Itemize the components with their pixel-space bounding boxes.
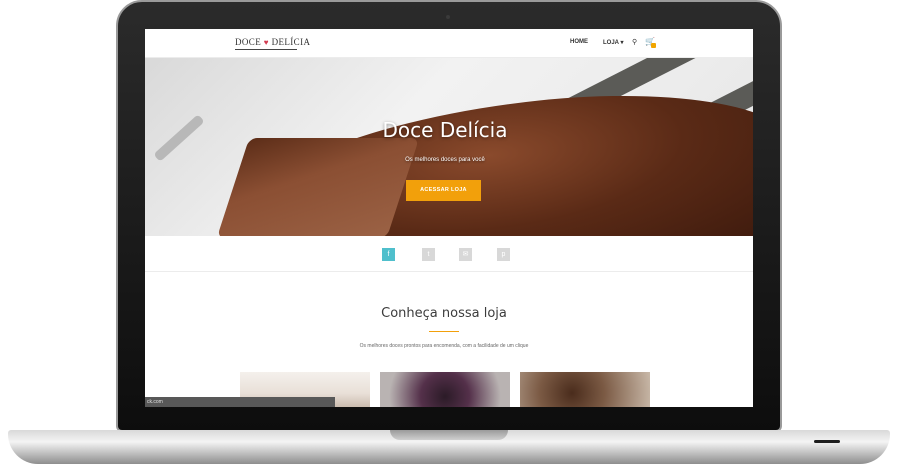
- nav-loja-label: LOJA: [603, 40, 619, 46]
- logo-text-delicia: DELÍCIA: [271, 37, 311, 47]
- nav-loja-menu[interactable]: LOJA ▾: [603, 39, 623, 46]
- email-icon[interactable]: ✉: [459, 248, 472, 261]
- nav-home-link[interactable]: HOME: [570, 39, 588, 45]
- twitter-icon[interactable]: t: [422, 248, 435, 261]
- social-links: f t ✉ p: [145, 236, 753, 272]
- site-logo[interactable]: DOCE ♥ DELÍCIA: [235, 37, 310, 47]
- laptop-base-slot: [814, 440, 840, 443]
- logo-text-doce: DOCE: [235, 37, 262, 47]
- cake-slice-image: [216, 138, 420, 236]
- top-navigation: DOCE ♥ DELÍCIA HOME LOJA ▾ ⚲ 🛒: [145, 29, 753, 58]
- browser-status-bar: ck.com: [145, 397, 335, 407]
- logo-underline: [235, 49, 297, 50]
- search-icon[interactable]: ⚲: [632, 38, 637, 46]
- section-subtitle: Os melhores doces prontos para encomenda…: [359, 343, 529, 349]
- product-card-image[interactable]: [380, 372, 510, 407]
- product-card-image[interactable]: [520, 372, 650, 407]
- facebook-icon[interactable]: f: [382, 248, 395, 261]
- hero-banner: Doce Delícia Os melhores doces para você…: [145, 58, 753, 236]
- laptop-notch: [390, 430, 508, 440]
- cart-badge: [651, 43, 656, 48]
- heart-icon: ♥: [263, 38, 269, 47]
- section-title: Conheça nossa loja: [381, 306, 507, 321]
- hero-subtitle: Os melhores doces para você: [405, 157, 485, 163]
- website-screen: DOCE ♥ DELÍCIA HOME LOJA ▾ ⚲ 🛒 Doce Delí…: [145, 29, 753, 407]
- hero-title: Doce Delícia: [382, 118, 508, 142]
- webcam-dot: [446, 15, 450, 19]
- access-store-button[interactable]: ACESSAR LOJA: [406, 180, 481, 201]
- chevron-down-icon: ▾: [620, 40, 624, 46]
- section-title-underline: [429, 331, 459, 332]
- pinterest-icon[interactable]: p: [497, 248, 510, 261]
